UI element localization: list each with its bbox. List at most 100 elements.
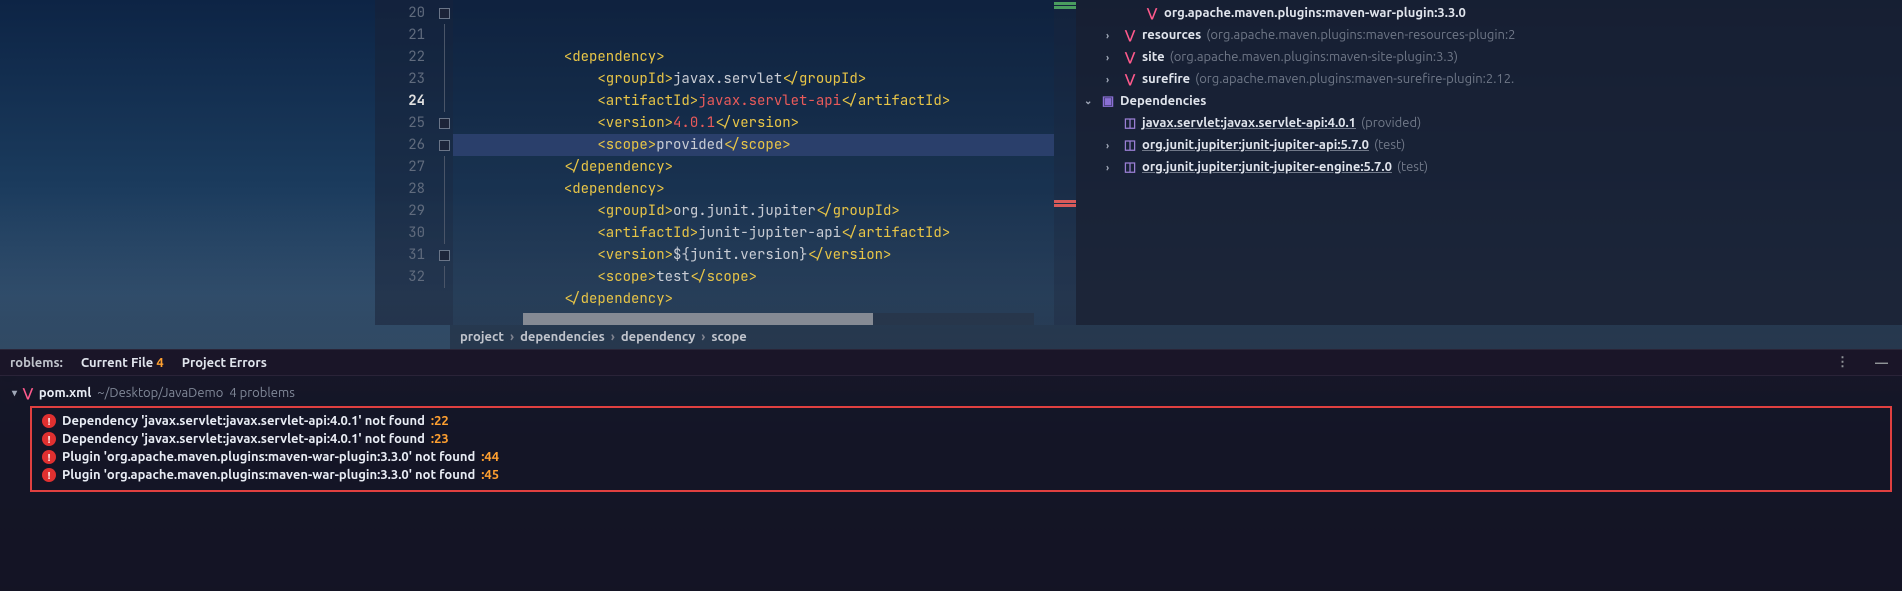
maven-tool-window[interactable]: ⋁org.apache.maven.plugins:maven-war-plug…	[1076, 0, 1902, 325]
breadcrumb-separator: ›	[510, 330, 514, 344]
chevron-right-icon[interactable]: ›	[1106, 74, 1118, 85]
tab-current-file[interactable]: Current File 4	[81, 356, 164, 370]
code-editor[interactable]: 20212223242526272829303132 <dependency> …	[375, 0, 1076, 325]
code-line[interactable]: <groupId>javax.servlet</groupId>	[453, 68, 1054, 90]
tree-item[interactable]: ⋁org.apache.maven.plugins:maven-war-plug…	[1076, 2, 1902, 24]
dep-icon: ◫	[1123, 138, 1137, 152]
tree-sublabel: (test)	[1397, 160, 1428, 174]
problem-item[interactable]: ! Plugin 'org.apache.maven.plugins:maven-…	[38, 466, 1884, 484]
tree-item[interactable]: ◫javax.servlet:javax.servlet-api:4.0.1 (…	[1076, 112, 1902, 134]
tree-item[interactable]: › ◫ org.junit.jupiter:junit-jupiter-api:5.…	[1076, 134, 1902, 156]
fold-marker[interactable]	[435, 156, 453, 178]
code-line[interactable]: <dependency>	[453, 46, 1054, 68]
problems-panel[interactable]: ▾ ⋁ pom.xml ~/Desktop/JavaDemo 4 problem…	[0, 375, 1902, 591]
tree-item[interactable]: ›⋁surefire (org.apache.maven.plugins:mav…	[1076, 68, 1902, 90]
problem-message: Dependency 'javax.servlet:javax.servlet-…	[62, 432, 425, 446]
problem-location: :45	[481, 468, 499, 482]
breadcrumb-item[interactable]: project	[460, 330, 504, 344]
problems-file-header[interactable]: ▾ ⋁ pom.xml ~/Desktop/JavaDemo 4 problem…	[0, 382, 1902, 404]
code-line[interactable]: </dependency>	[453, 156, 1054, 178]
code-line[interactable]: <artifactId>javax.servlet-api</artifactI…	[453, 90, 1054, 112]
chevron-right-icon[interactable]: ›	[1106, 52, 1118, 63]
line-number[interactable]: 32	[375, 266, 425, 288]
line-number[interactable]: 28	[375, 178, 425, 200]
code-line[interactable]: <version>${junit.version}</version>	[453, 244, 1054, 266]
tree-label: site	[1142, 50, 1165, 64]
fold-column[interactable]	[435, 0, 453, 325]
tree-sublabel: (org.apache.maven.plugins:maven-resource…	[1206, 28, 1515, 42]
code-line[interactable]: </dependency>	[453, 288, 1054, 310]
code-line[interactable]: <scope>provided</scope>	[453, 134, 1054, 156]
chevron-right-icon[interactable]: ›	[1106, 140, 1118, 151]
problems-title: roblems:	[10, 356, 63, 370]
fold-marker[interactable]	[435, 90, 453, 112]
problem-item[interactable]: !Plugin 'org.apache.maven.plugins:maven-…	[38, 448, 1884, 466]
line-number[interactable]: 20	[375, 2, 425, 24]
code-line[interactable]: <version>4.0.1</version>	[453, 112, 1054, 134]
line-number[interactable]: 21	[375, 24, 425, 46]
code-line[interactable]: <artifactId>junit-jupiter-api</artifactI…	[453, 222, 1054, 244]
maven-icon: ⋁	[1145, 6, 1159, 20]
more-icon[interactable]: ⋮	[1832, 355, 1853, 370]
fold-marker[interactable]	[435, 2, 453, 24]
breadcrumb-item[interactable]: dependencies	[520, 330, 605, 344]
line-number[interactable]: 23	[375, 68, 425, 90]
fold-marker[interactable]	[435, 68, 453, 90]
problem-item[interactable]: !Dependency 'javax.servlet:javax.servlet…	[38, 430, 1884, 448]
tree-sublabel: (org.apache.maven.plugins:maven-site-plu…	[1170, 50, 1458, 64]
tree-sublabel: (org.apache.maven.plugins:maven-surefire…	[1195, 72, 1514, 86]
tree-item[interactable]: ›◫org.junit.jupiter:junit-jupiter-engine…	[1076, 156, 1902, 178]
line-number[interactable]: 26	[375, 134, 425, 156]
line-number[interactable]: 24	[375, 90, 425, 112]
tree-sublabel: (provided)	[1361, 116, 1421, 130]
fold-marker[interactable]	[435, 178, 453, 200]
fold-marker[interactable]	[435, 200, 453, 222]
chevron-down-icon[interactable]: ▾	[12, 387, 17, 399]
breadcrumb-item[interactable]: scope	[711, 330, 746, 344]
fold-marker[interactable]	[435, 112, 453, 134]
error-icon: !	[42, 468, 56, 482]
fold-marker[interactable]	[435, 46, 453, 68]
problem-message: Plugin 'org.apache.maven.plugins:maven-w…	[62, 468, 475, 482]
problems-toolbar: roblems: Current File 4 Project Errors ⋮…	[0, 349, 1902, 375]
horizontal-scrollbar[interactable]	[523, 313, 1034, 325]
line-number[interactable]: 30	[375, 222, 425, 244]
tree-label: javax.servlet:javax.servlet-api:4.0.1	[1142, 116, 1356, 130]
minimap[interactable]	[1054, 0, 1076, 325]
line-number[interactable]: 25	[375, 112, 425, 134]
tree-label: Dependencies	[1120, 94, 1206, 108]
line-gutter: 20212223242526272829303132	[375, 0, 435, 325]
problem-location: :44	[481, 450, 499, 464]
dep-icon: ◫	[1123, 160, 1137, 174]
line-number[interactable]: 27	[375, 156, 425, 178]
fold-marker[interactable]	[435, 24, 453, 46]
chevron-right-icon[interactable]: ›	[1106, 162, 1118, 173]
line-number[interactable]: 29	[375, 200, 425, 222]
line-number[interactable]: 31	[375, 244, 425, 266]
minimize-icon[interactable]: —	[1871, 356, 1892, 370]
code-body[interactable]: <dependency> <groupId>javax.servlet</gro…	[453, 0, 1054, 325]
folder-icon: ▣	[1101, 94, 1115, 108]
chevron-down-icon[interactable]: ⌄	[1084, 95, 1096, 107]
fold-marker[interactable]	[435, 244, 453, 266]
tree-item[interactable]: ⌄ ▣ Dependencies	[1076, 90, 1902, 112]
tab-project-errors[interactable]: Project Errors	[182, 356, 267, 370]
fold-marker[interactable]	[435, 134, 453, 156]
maven-icon: ⋁	[1123, 50, 1137, 64]
line-number[interactable]: 22	[375, 46, 425, 68]
fold-marker[interactable]	[435, 222, 453, 244]
fold-marker[interactable]	[435, 266, 453, 288]
tree-item[interactable]: ›⋁resources (org.apache.maven.plugins:ma…	[1076, 24, 1902, 46]
problem-item[interactable]: !Dependency 'javax.servlet:javax.servlet…	[38, 412, 1884, 430]
breadcrumb[interactable]: project›dependencies›dependency›scope	[450, 325, 1902, 349]
tree-label: surefire	[1142, 72, 1190, 86]
chevron-right-icon[interactable]: ›	[1106, 30, 1118, 41]
tree-sublabel: (test)	[1374, 138, 1405, 152]
code-line[interactable]: <scope>test</scope>	[453, 266, 1054, 288]
tree-label: org.junit.jupiter:junit-jupiter-api:5.7.…	[1142, 138, 1369, 152]
breadcrumb-item[interactable]: dependency	[621, 330, 695, 344]
tree-item[interactable]: › ⋁ site (org.apache.maven.plugins:maven-s…	[1076, 46, 1902, 68]
problem-location: :23	[431, 432, 449, 446]
code-line[interactable]: <groupId>org.junit.jupiter</groupId>	[453, 200, 1054, 222]
code-line[interactable]: <dependency>	[453, 178, 1054, 200]
